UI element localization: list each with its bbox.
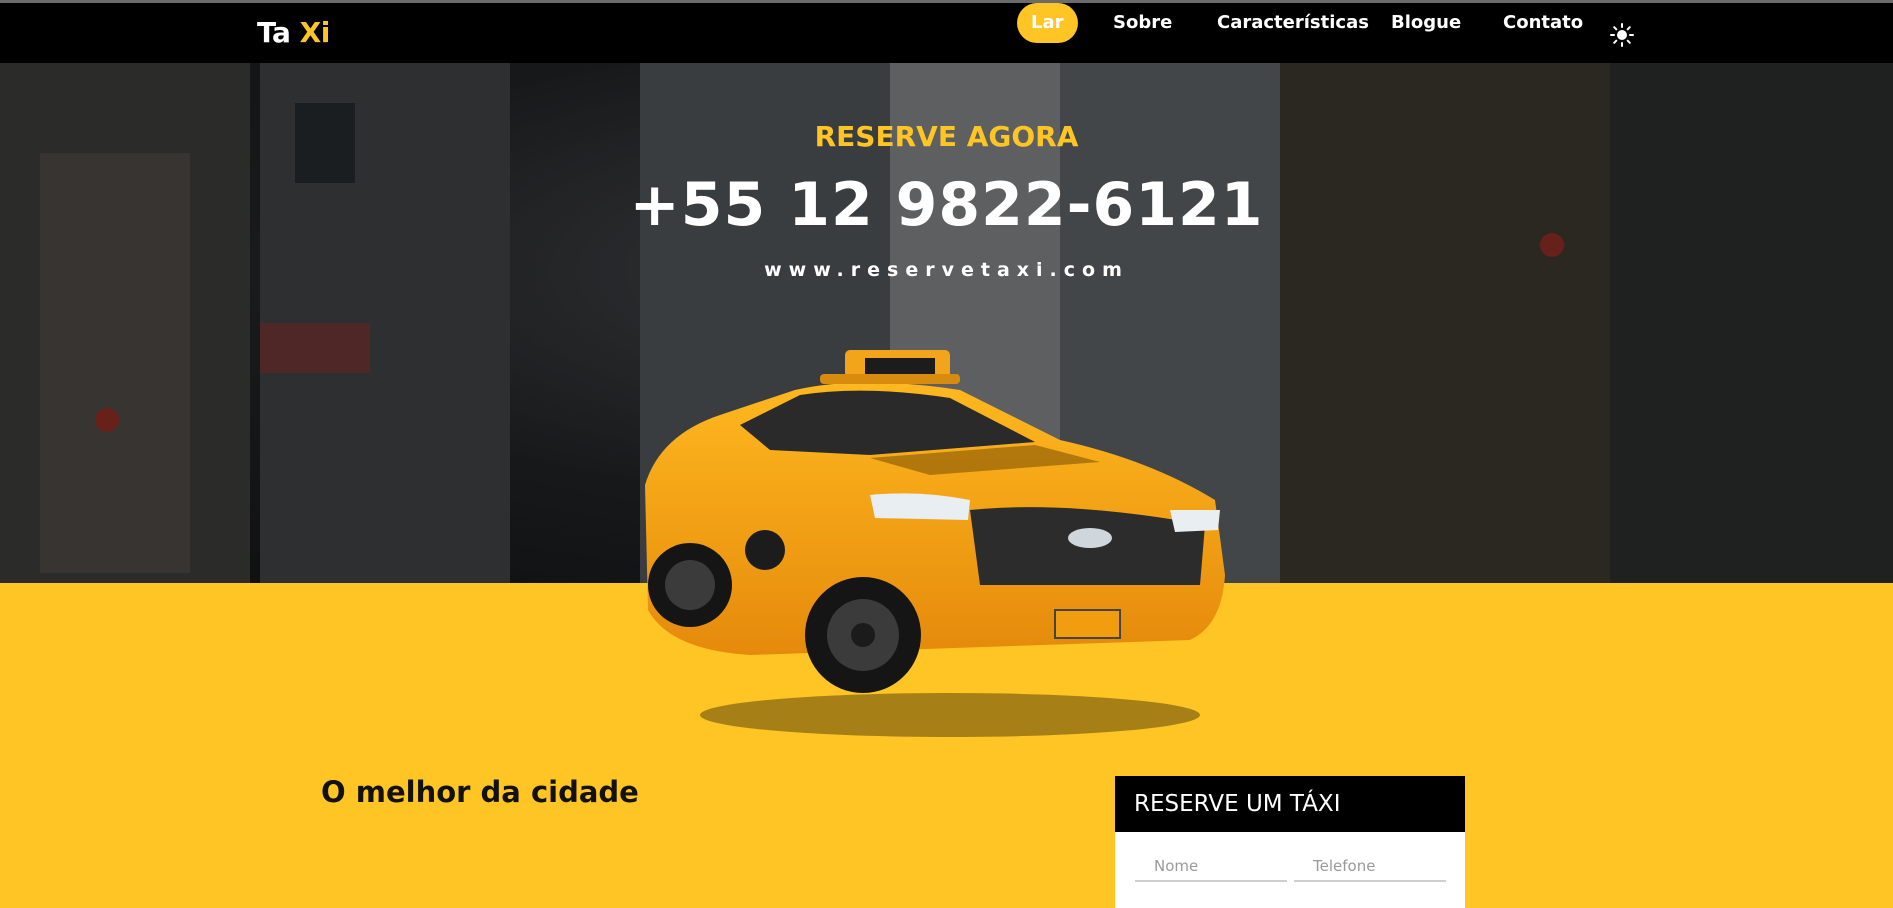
booking-form-title: RESERVE UM TÁXI — [1115, 776, 1465, 832]
nav-item-contato[interactable]: Contato — [1503, 3, 1583, 43]
logo-text-white: Ta — [257, 16, 291, 49]
hero-website[interactable]: www.reservetaxi.com — [0, 259, 1893, 281]
section-title: O melhor da cidade — [321, 775, 639, 809]
name-input[interactable] — [1135, 852, 1287, 882]
nav-item-caracteristicas[interactable]: Características — [1217, 3, 1369, 43]
nav-item-blogue[interactable]: Blogue — [1391, 3, 1461, 43]
taxi-car-image — [645, 350, 1225, 737]
logo-text-accent: Xi — [299, 16, 331, 49]
site-logo[interactable]: Ta Xi — [257, 16, 330, 49]
hero-phone-number[interactable]: +55 12 9822-6121 — [0, 170, 1893, 240]
booking-form-card: RESERVE UM TÁXI — [1115, 776, 1465, 908]
hero-kicker: RESERVE AGORA — [814, 120, 1079, 153]
phone-input[interactable] — [1294, 852, 1446, 882]
booking-form-fields — [1115, 832, 1465, 908]
sun-icon[interactable] — [1610, 23, 1634, 47]
navbar: Ta Xi Lar Sobre Características Blogue C… — [0, 3, 1893, 63]
nav-item-lar[interactable]: Lar — [1017, 3, 1078, 43]
nav-item-sobre[interactable]: Sobre — [1113, 3, 1172, 43]
